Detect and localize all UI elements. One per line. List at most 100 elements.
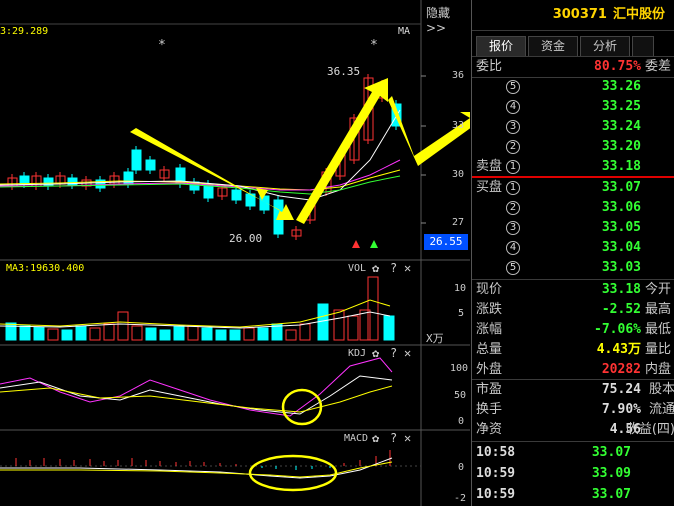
level-number-icon: 1: [506, 160, 520, 174]
tick-price: 33.07: [591, 445, 631, 460]
sell-level-price: 33.24: [601, 119, 641, 134]
annotation-circle: [248, 454, 338, 492]
sell-level-price: 33.25: [601, 99, 641, 114]
chart-canvas[interactable]: [0, 0, 470, 506]
fund-row: 净资 4.56 收益(四): [472, 420, 674, 440]
macd-help-icon[interactable]: ?: [390, 431, 397, 445]
quote-row-label: 涨幅: [476, 322, 503, 337]
volume-bar: [215, 329, 227, 341]
level-number-icon: 2: [506, 140, 520, 154]
buy-level-row[interactable]: 买盘 1 33.07: [472, 178, 674, 198]
quote-row: 涨跌 -2.52 最高: [472, 300, 674, 320]
candle-body: [231, 189, 242, 201]
macd-close-icon[interactable]: ✕: [404, 431, 411, 445]
weibi-value: 80.75%: [594, 59, 641, 74]
macd-axis-label: -2: [454, 493, 467, 504]
vol-axis-label: 10: [454, 283, 467, 294]
volume-bar: [159, 329, 171, 341]
sell-level-price: 33.18: [601, 159, 641, 174]
volume-bar: [299, 323, 311, 341]
macd-gear-icon[interactable]: ✿: [372, 431, 379, 445]
buy-level-price: 33.03: [601, 260, 641, 275]
volume-bar: [257, 327, 269, 341]
signal-triangle: [352, 240, 360, 248]
ma-label: MA: [398, 26, 411, 37]
vol-close-icon[interactable]: ✕: [404, 261, 411, 275]
level-number-icon: 3: [506, 120, 520, 134]
quote-row-value: 33.18: [601, 282, 641, 297]
sell-level-row[interactable]: 2 33.20: [472, 137, 674, 157]
sell-level-row[interactable]: 5 33.26: [472, 77, 674, 97]
vol-ma-line: [0, 299, 391, 328]
level-number-icon: 2: [506, 201, 520, 215]
price-axis-label: 30: [452, 169, 465, 180]
buy-level-row[interactable]: 4 33.04: [472, 238, 674, 258]
fund-row-label: 市盈: [476, 382, 503, 397]
weicha-label: 委差: [644, 59, 671, 74]
kdj-help-icon[interactable]: ?: [390, 346, 397, 360]
sell-level-price: 33.26: [601, 79, 641, 94]
quote-row-value: 4.43万: [596, 342, 641, 357]
kline-chart-area[interactable]: 3:29.289 MA 隐藏>> * * 36.35 26.00 36 33 3…: [0, 0, 470, 506]
vol-axis-label: 5: [458, 308, 465, 319]
level-number-icon: 4: [506, 241, 520, 255]
sell-level-row[interactable]: 4 33.25: [472, 97, 674, 117]
quote-row-label2: 最高: [644, 302, 671, 317]
quote-row-label2: 量比: [644, 342, 671, 357]
tab-quote[interactable]: 报价: [476, 36, 527, 56]
quote-row-value: -7.06%: [594, 322, 641, 337]
vol-panel-title: VOL: [348, 263, 367, 274]
low-price-label: 26.00: [229, 232, 263, 245]
volume-bar: [173, 325, 185, 341]
hide-button[interactable]: 隐藏>>: [426, 4, 470, 35]
volume-bar: [201, 327, 213, 341]
kdj-axis-label: 100: [450, 363, 469, 374]
volume-bar: [33, 326, 45, 341]
volume-bar: [103, 323, 115, 341]
current-price-tag: 26.55: [424, 234, 468, 250]
tick-price: 33.07: [591, 487, 631, 502]
quote-row-label2: 最低: [644, 322, 671, 337]
quote-row-label2: 内盘: [644, 362, 671, 377]
quote-row: 外盘 20282 内盘: [472, 360, 674, 380]
sell-level-label: 卖盘: [476, 159, 503, 174]
fund-row-label2: 收益(四): [625, 422, 674, 437]
kdj-axis-label: 0: [458, 416, 465, 427]
sell-level-row[interactable]: 卖盘 1 33.18: [472, 157, 674, 177]
kdj-j-line: [0, 357, 393, 417]
volume-bar: [47, 328, 59, 341]
vol-gear-icon[interactable]: ✿: [372, 261, 379, 275]
candle-body: [19, 175, 30, 185]
volume-bar: [243, 327, 255, 341]
level-number-icon: 3: [506, 221, 520, 235]
quote-row-label: 外盘: [476, 362, 503, 377]
sell-level-row[interactable]: 3 33.24: [472, 117, 674, 137]
price-axis-label: 33: [452, 120, 465, 131]
volume-bar: [285, 329, 297, 341]
kdj-gear-icon[interactable]: ✿: [372, 346, 379, 360]
signal-triangle: [370, 240, 378, 248]
level-number-icon: 5: [506, 80, 520, 94]
buy-level-row[interactable]: 5 33.03: [472, 258, 674, 278]
volume-bar: [117, 311, 129, 341]
buy-level-row[interactable]: 3 33.05: [472, 218, 674, 238]
tab-funds[interactable]: 资金: [528, 36, 579, 56]
level-number-icon: 5: [506, 261, 520, 275]
fund-row-value: 7.90%: [601, 402, 641, 417]
kdj-close-icon[interactable]: ✕: [404, 346, 411, 360]
high-price-label: 36.35: [327, 65, 361, 78]
quote-row: 总量 4.43万 量比: [472, 340, 674, 360]
star-marker: *: [158, 38, 166, 53]
weibi-row: 委比 80.75% 委差: [472, 57, 674, 77]
vol-help-icon[interactable]: ?: [390, 261, 397, 275]
quote-row: 涨幅 -7.06% 最低: [472, 320, 674, 340]
buy-level-price: 33.05: [601, 220, 641, 235]
tab-analysis[interactable]: 分析: [580, 36, 631, 56]
tab-more[interactable]: [632, 36, 655, 56]
buy-level-row[interactable]: 2 33.06: [472, 198, 674, 218]
volume-bar: [19, 325, 31, 341]
buy-level-price: 33.06: [601, 200, 641, 215]
level-number-icon: 1: [506, 181, 520, 195]
stock-title: 300371 汇中股份: [472, 0, 674, 30]
fund-row: 换手 7.90% 流通: [472, 400, 674, 420]
